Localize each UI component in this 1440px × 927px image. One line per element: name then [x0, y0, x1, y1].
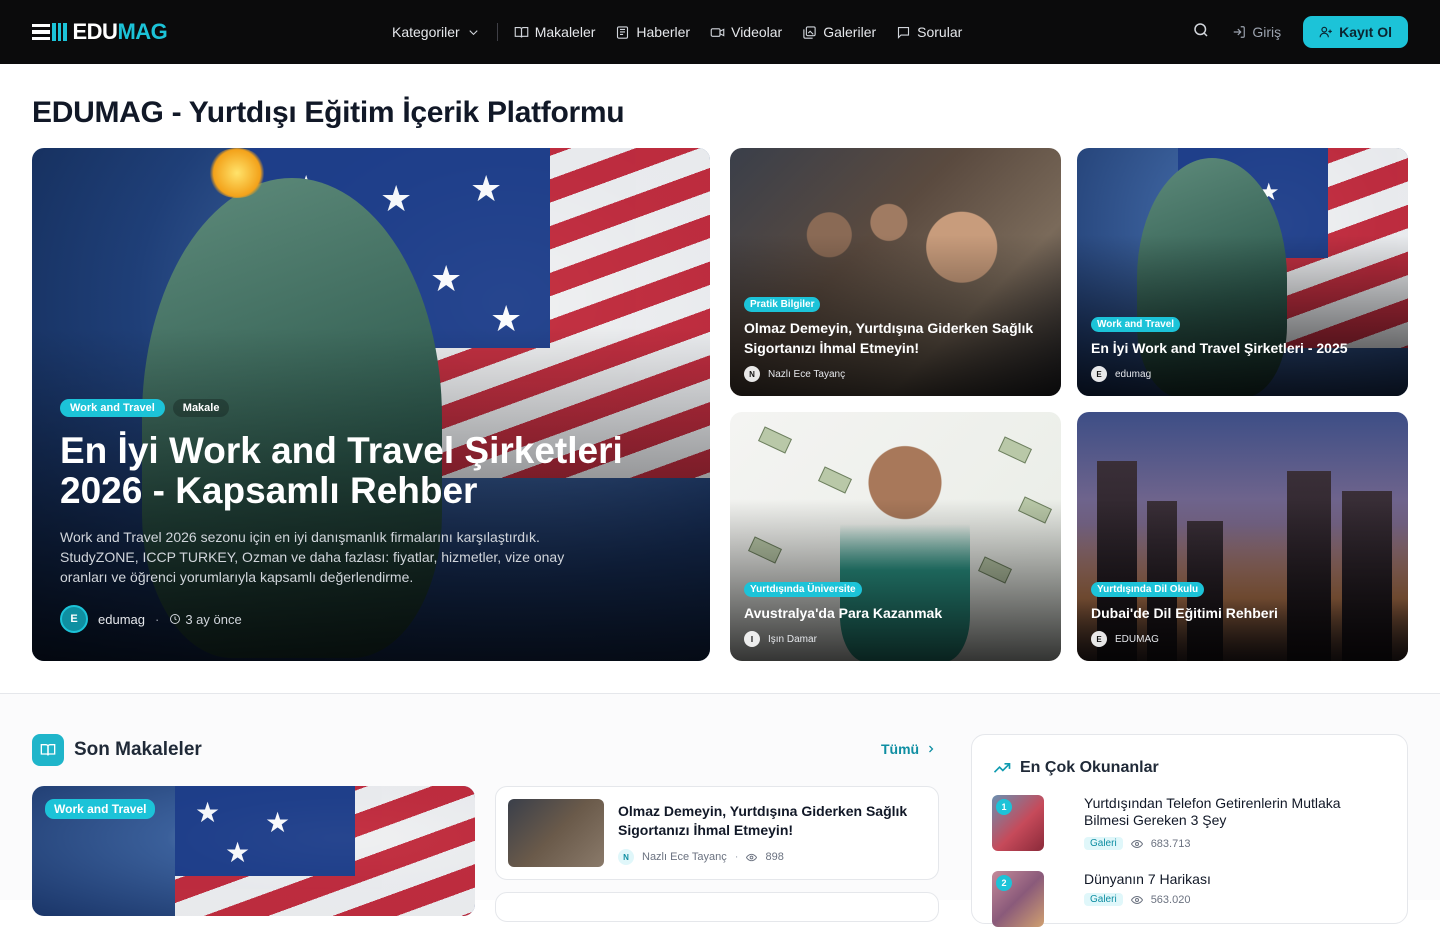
nav-sorular-label: Sorular — [917, 24, 963, 40]
avatar: N — [618, 849, 634, 865]
avatar: E — [1091, 366, 1107, 382]
popular-panel: En Çok Okunanlar 1 Yurtdışından Telefon … — [971, 734, 1408, 927]
latest-article-author: Nazlı Ece Tayanç — [642, 851, 727, 863]
nav-kategoriler-label: Kategoriler — [392, 24, 460, 40]
message-icon — [898, 26, 910, 39]
featured-title-3[interactable]: Avustralya'da Para Kazanmak — [744, 603, 1047, 623]
featured-badge-1[interactable]: Pratik Bilgiler — [744, 297, 821, 312]
nav-divider — [496, 23, 498, 41]
nav-videolar-label: Videolar — [731, 24, 783, 40]
avatar: N — [744, 366, 760, 382]
hero-time-label: 3 ay önce — [185, 611, 242, 627]
featured-author-3: Işın Damar — [768, 633, 817, 645]
register-button[interactable]: Kayıt Ol — [1303, 16, 1408, 48]
logo-mark-icon — [32, 23, 67, 41]
popular-item-tag[interactable]: Galeri — [1084, 837, 1123, 850]
popular-item-title[interactable]: Dünyanın 7 Harikası — [1084, 871, 1384, 888]
nav-videolar[interactable]: Videolar — [700, 0, 792, 64]
eye-icon — [746, 853, 758, 861]
featured-title-1[interactable]: Olmaz Demeyin, Yurtdışına Giderken Sağlı… — [744, 318, 1047, 358]
hero-type-badge: Makale — [172, 399, 230, 417]
latest-article-title[interactable]: Olmaz Demeyin, Yurtdışına Giderken Sağlı… — [618, 802, 918, 840]
eye-icon — [1130, 839, 1143, 848]
featured-card-4[interactable]: Yurtdışında Dil Okulu Dubai'de Dil Eğiti… — [1077, 412, 1408, 661]
meta-separator: · — [154, 611, 160, 627]
hero-title[interactable]: En İyi Work and Travel Şirketleri 2026 -… — [60, 431, 680, 511]
featured-title-2[interactable]: En İyi Work and Travel Şirketleri - 2025 — [1091, 338, 1394, 358]
featured-title-4[interactable]: Dubai'de Dil Eğitimi Rehberi — [1091, 603, 1394, 623]
latest-article-item[interactable] — [495, 892, 939, 922]
avatar: E — [60, 605, 88, 633]
featured-author-2: edumag — [1115, 368, 1152, 380]
latest-section-title: Son Makaleler — [74, 739, 202, 760]
featured-badge-2[interactable]: Work and Travel — [1091, 317, 1181, 332]
nav-kategoriler[interactable]: Kategoriler — [392, 0, 491, 64]
hero-description: Work and Travel 2026 sezonu için en iyi … — [60, 529, 565, 585]
popular-rank-badge: 2 — [996, 875, 1012, 891]
login-link[interactable]: Giriş — [1232, 24, 1281, 40]
featured-card-2[interactable]: ★★★ Work and Travel En İyi Work and Trav… — [1077, 148, 1408, 396]
avatar: I — [744, 631, 760, 647]
popular-item-views: 683.713 — [1150, 837, 1191, 850]
search-button[interactable] — [1192, 21, 1210, 44]
main-nav: Kategoriler Makaleler Haberler Videolar … — [392, 0, 972, 64]
nav-haberler-label: Haberler — [636, 24, 691, 40]
nav-haberler[interactable]: Haberler — [605, 0, 700, 64]
top-navbar: EDUMAG Kategoriler Makaleler Haberler Vi… — [0, 0, 1440, 64]
latest-big-article-card[interactable]: ★ ★ ★ Work and Travel — [32, 786, 475, 916]
latest-article-item[interactable]: Olmaz Demeyin, Yurtdışına Giderken Sağlı… — [495, 786, 939, 880]
popular-item-title[interactable]: Yurtdışından Telefon Getirenlerin Mutlak… — [1084, 795, 1384, 829]
featured-badge-4[interactable]: Yurtdışında Dil Okulu — [1091, 582, 1205, 597]
latest-big-article-badge[interactable]: Work and Travel — [45, 799, 156, 819]
video-icon — [710, 27, 725, 37]
hero-article-card[interactable]: ★★★★★★★ Work and Travel Makale En İyi Wo… — [32, 148, 710, 661]
popular-title: En Çok Okunanlar — [1020, 759, 1159, 776]
login-label: Giriş — [1252, 24, 1282, 40]
latest-section-header: Son Makaleler — [32, 734, 202, 766]
hero-category-badge[interactable]: Work and Travel — [60, 399, 165, 417]
nav-actions: Giriş Kayıt Ol — [1192, 0, 1408, 64]
login-icon — [1234, 26, 1246, 38]
nav-sorular[interactable]: Sorular — [886, 0, 972, 64]
book-open-icon — [32, 734, 64, 766]
hero-author[interactable]: edumag — [98, 612, 145, 627]
page-title: EDUMAG - Yurtdışı Eğitim İçerik Platform… — [32, 96, 625, 129]
featured-author-4: EDUMAG — [1115, 633, 1159, 645]
featured-card-3[interactable]: Yurtdışında Üniversite Avustralya'da Par… — [730, 412, 1061, 661]
user-plus-icon — [1319, 26, 1332, 38]
latest-big-article-image: ★ ★ ★ — [175, 786, 475, 916]
featured-card-1[interactable]: Pratik Bilgiler Olmaz Demeyin, Yurtdışın… — [730, 148, 1061, 396]
latest-all-link-label: Tümü — [881, 741, 920, 757]
meta-separator: · — [734, 851, 739, 863]
chevron-down-icon — [469, 29, 478, 35]
popular-item[interactable]: 2 Dünyanın 7 Harikası Galeri 563.020 — [992, 871, 1392, 927]
nav-makaleler[interactable]: Makaleler — [504, 0, 606, 64]
featured-badge-3[interactable]: Yurtdışında Üniversite — [744, 582, 862, 597]
hero-time: 3 ay önce — [169, 611, 242, 627]
popular-item[interactable]: 1 Yurtdışından Telefon Getirenlerin Mutl… — [992, 795, 1392, 851]
nav-makaleler-label: Makaleler — [534, 24, 596, 40]
register-label: Kayıt Ol — [1339, 24, 1392, 40]
book-open-icon — [514, 26, 529, 38]
clock-icon — [170, 614, 181, 624]
newspaper-icon — [617, 25, 629, 39]
gallery-icon — [803, 25, 816, 39]
site-logo[interactable]: EDUMAG — [32, 19, 168, 45]
featured-author-1: Nazlı Ece Tayanç — [768, 368, 846, 380]
popular-rank-badge: 1 — [996, 799, 1012, 815]
chevron-right-icon — [929, 745, 934, 753]
latest-article-thumb — [508, 799, 604, 867]
avatar: E — [1091, 631, 1107, 647]
latest-article-views: 898 — [765, 851, 784, 863]
latest-all-link[interactable]: Tümü — [881, 741, 937, 757]
logo-text: EDUMAG — [72, 19, 168, 44]
nav-galeriler-label: Galeriler — [823, 24, 877, 40]
search-icon — [1194, 22, 1208, 37]
trending-up-icon — [993, 763, 1011, 773]
nav-galeriler[interactable]: Galeriler — [792, 0, 886, 64]
